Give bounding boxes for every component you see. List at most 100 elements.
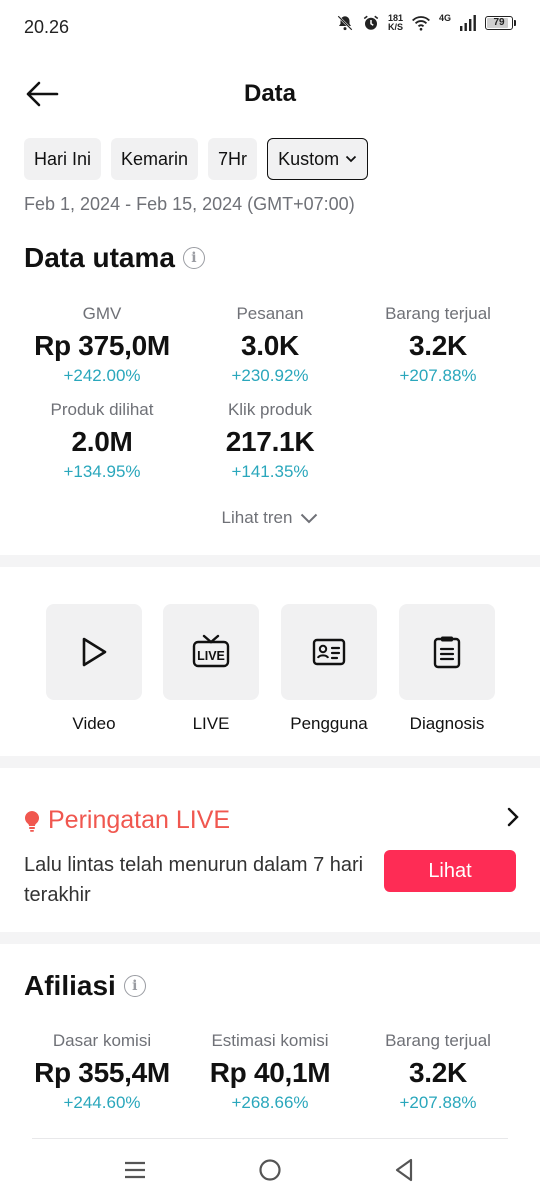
metric-value: Rp 40,1M xyxy=(209,1057,331,1088)
net-speed: 181 K/S xyxy=(388,14,403,32)
metric-value: 3.2K xyxy=(409,330,467,361)
battery-level: 79 xyxy=(493,17,505,28)
tool-label: Pengguna xyxy=(290,714,368,733)
section-divider xyxy=(0,555,540,567)
chip-label: Kemarin xyxy=(121,148,189,169)
recents-button[interactable] xyxy=(115,1154,155,1186)
section-divider xyxy=(0,756,540,768)
metric-change: +141.35% xyxy=(231,462,309,481)
alert-open-button[interactable] xyxy=(506,806,520,833)
net-speed-unit: K/S xyxy=(387,22,403,32)
system-nav-bar xyxy=(0,1138,540,1200)
svg-text:LIVE: LIVE xyxy=(197,649,225,663)
tool-icon-box xyxy=(399,604,495,700)
metric-label: Barang terjual xyxy=(385,1031,491,1050)
alert-message: Lalu lintas telah menurun dalam 7 hari t… xyxy=(24,854,364,906)
metric-affiliate-items-sold[interactable]: Barang terjual 3.2K +207.88% xyxy=(350,1031,526,1113)
metric-label: Estimasi komisi xyxy=(211,1031,329,1050)
section-title-text: Afiliasi xyxy=(24,970,116,1001)
view-trend-link[interactable]: Lihat tren xyxy=(0,508,540,528)
metric-change: +244.60% xyxy=(63,1093,141,1112)
tool-live[interactable]: LIVE LIVE xyxy=(163,604,259,734)
metric-value: Rp 355,4M xyxy=(34,1057,170,1088)
metric-value: 2.0M xyxy=(71,426,133,457)
metric-change: +207.88% xyxy=(399,366,477,385)
signal-icon xyxy=(460,15,476,31)
network-type: 4G xyxy=(438,13,451,23)
chip-label: 7Hr xyxy=(218,148,248,169)
tool-label: LIVE xyxy=(192,714,230,733)
section-divider xyxy=(0,932,540,944)
metric-value: 217.1K xyxy=(225,426,315,457)
live-tv-icon: LIVE xyxy=(192,634,230,668)
section-title-text: Data utama xyxy=(24,242,175,273)
metric-label: Barang terjual xyxy=(385,304,491,323)
tool-label: Diagnosis xyxy=(409,714,485,733)
trend-link-label: Lihat tren xyxy=(221,508,293,527)
tool-users[interactable]: Pengguna xyxy=(281,604,377,734)
chip-label: Hari Ini xyxy=(34,148,92,169)
metric-product-views[interactable]: Produk dilihat 2.0M +134.95% xyxy=(14,400,190,482)
metric-value: 3.2K xyxy=(409,1057,467,1088)
chip-label: Kustom xyxy=(278,148,340,169)
tool-icon-box: LIVE xyxy=(163,604,259,700)
view-alert-button[interactable]: Lihat xyxy=(384,850,516,892)
date-range: Feb 1, 2024 - Feb 15, 2024 (GMT+07:00) xyxy=(24,194,355,214)
metric-label: Klik produk xyxy=(227,400,313,419)
home-button[interactable] xyxy=(250,1154,290,1186)
status-bar: 20.26 181 K/S 4G 79 xyxy=(0,0,540,54)
metric-change: +242.00% xyxy=(63,366,141,385)
nav-divider xyxy=(32,1138,508,1139)
info-icon[interactable]: i xyxy=(182,247,205,269)
chip-yesterday[interactable]: Kemarin xyxy=(111,138,199,180)
main-data-title: Data utama i xyxy=(24,242,205,274)
system-back-button[interactable] xyxy=(384,1154,424,1186)
status-icons: 181 K/S 4G 79 xyxy=(336,13,516,32)
info-icon[interactable]: i xyxy=(123,975,146,997)
metric-label: Dasar komisi xyxy=(52,1031,152,1050)
metric-value: Rp 375,0M xyxy=(34,330,170,361)
tool-icon-box xyxy=(281,604,377,700)
chevron-right-icon xyxy=(507,807,519,827)
chevron-down-icon xyxy=(301,513,318,523)
tool-diagnosis[interactable]: Diagnosis xyxy=(399,604,495,734)
alarm-icon xyxy=(363,15,379,30)
metric-items-sold[interactable]: Barang terjual 3.2K +207.88% xyxy=(350,304,526,386)
chip-7-days[interactable]: 7Hr xyxy=(208,138,258,180)
metric-orders[interactable]: Pesanan 3.0K +230.92% xyxy=(182,304,358,386)
metric-change: +207.88% xyxy=(399,1093,477,1112)
metric-change: +268.66% xyxy=(231,1093,309,1112)
chip-today[interactable]: Hari Ini xyxy=(24,138,102,180)
tool-icon-box xyxy=(46,604,142,700)
metric-label: GMV xyxy=(82,304,122,323)
chevron-down-icon xyxy=(345,155,357,163)
clipboard-icon xyxy=(433,636,461,669)
page-title: Data xyxy=(243,80,297,107)
user-card-icon xyxy=(312,638,346,666)
battery-indicator: 79 xyxy=(485,16,516,30)
metric-change: +134.95% xyxy=(63,462,141,481)
play-icon xyxy=(82,637,107,667)
wifi-icon xyxy=(411,16,430,31)
metric-label: Pesanan xyxy=(236,304,304,323)
metric-estimated-commission[interactable]: Estimasi komisi Rp 40,1M +268.66% xyxy=(182,1031,358,1113)
tool-video[interactable]: Video xyxy=(46,604,142,734)
chip-custom[interactable]: Kustom xyxy=(267,138,369,180)
header: Data xyxy=(0,64,540,124)
metric-value: 3.0K xyxy=(241,330,299,361)
metric-commission-base[interactable]: Dasar komisi Rp 355,4M +244.60% xyxy=(14,1031,190,1113)
metric-gmv[interactable]: GMV Rp 375,0M +242.00% xyxy=(14,304,190,386)
tool-label: Video xyxy=(72,714,116,733)
live-alert-title[interactable]: Peringatan LIVE xyxy=(24,806,230,835)
date-filter-chips: Hari Ini Kemarin 7Hr Kustom xyxy=(24,138,369,180)
metric-label: Produk dilihat xyxy=(50,400,154,419)
home-circle-icon xyxy=(259,1159,281,1181)
menu-icon xyxy=(125,1161,145,1179)
lightbulb-icon xyxy=(25,810,39,832)
triangle-back-icon xyxy=(395,1158,413,1182)
metric-change: +230.92% xyxy=(231,366,309,385)
metric-product-clicks[interactable]: Klik produk 217.1K +141.35% xyxy=(182,400,358,482)
affiliate-title: Afiliasi i xyxy=(24,970,146,1002)
mute-bell-icon xyxy=(337,15,353,31)
status-time: 20.26 xyxy=(24,17,70,37)
